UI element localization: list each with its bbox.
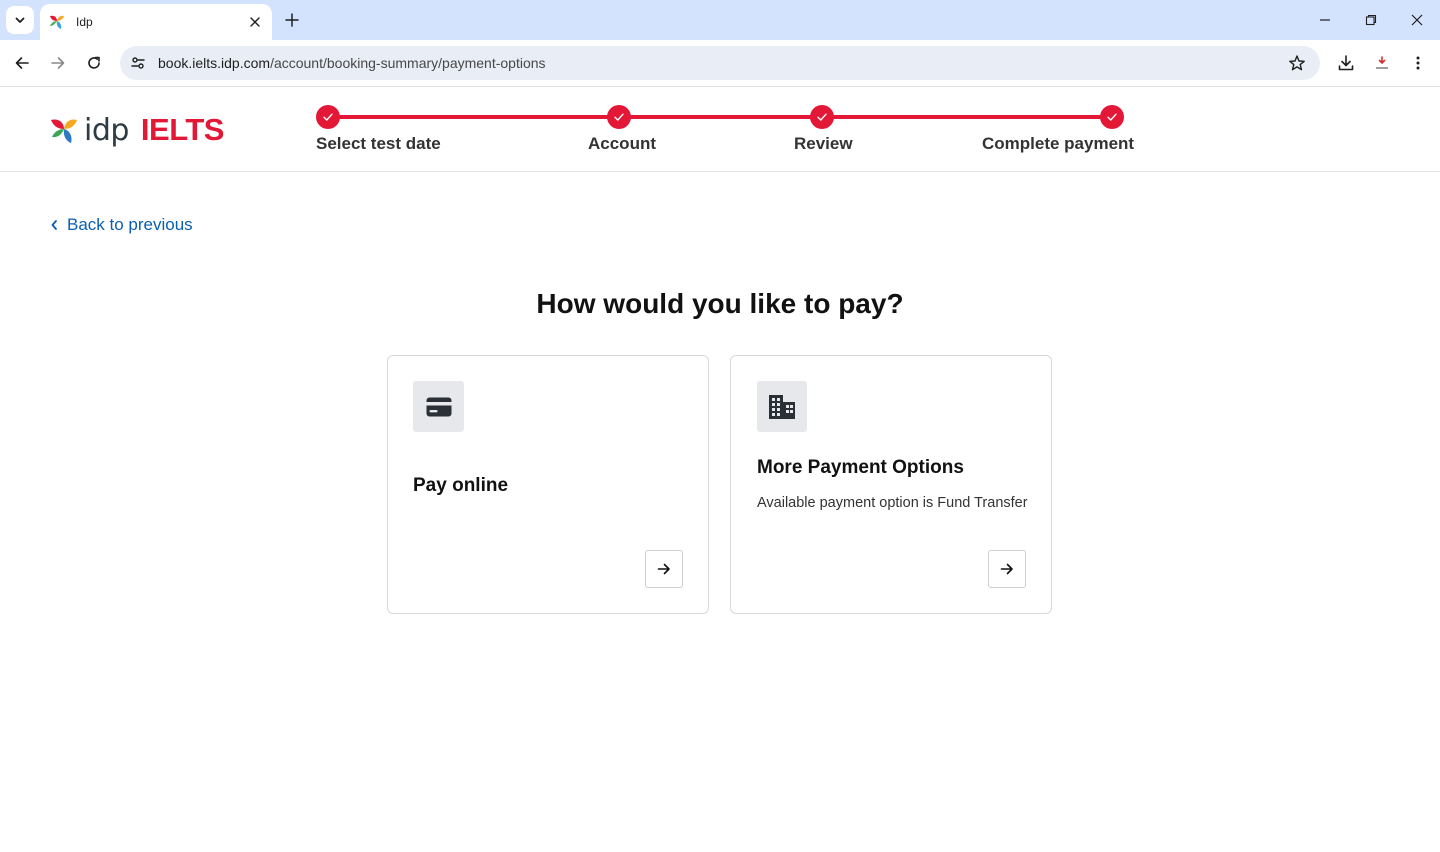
more-payment-options-description: Available payment option is Fund Transfe… bbox=[757, 495, 1028, 511]
close-icon bbox=[1411, 14, 1423, 26]
more-payment-options-arrow-button[interactable] bbox=[988, 550, 1026, 588]
reload-button[interactable] bbox=[80, 49, 108, 77]
close-window-button[interactable] bbox=[1403, 6, 1431, 34]
arrow-left-icon bbox=[15, 57, 29, 69]
pay-online-title: Pay online bbox=[413, 475, 509, 496]
close-icon bbox=[250, 17, 260, 27]
extension-button[interactable] bbox=[1368, 49, 1396, 77]
arrow-right-icon bbox=[51, 57, 65, 69]
download-icon bbox=[1338, 55, 1354, 71]
back-nav-button[interactable] bbox=[8, 49, 36, 77]
back-to-previous-link[interactable]: Back to previous bbox=[50, 215, 193, 235]
browser-tab-bar: Idp bbox=[0, 0, 1440, 40]
url-text[interactable]: book.ielts.idp.com/account/booking-summa… bbox=[158, 55, 546, 71]
step-dot-review bbox=[810, 105, 834, 129]
pay-online-icon-tile bbox=[413, 381, 464, 432]
more-vertical-icon bbox=[1416, 56, 1420, 70]
building-icon bbox=[769, 394, 795, 419]
browser-toolbar: book.ielts.idp.com/account/booking-summa… bbox=[0, 40, 1440, 86]
site-info-button[interactable] bbox=[130, 55, 146, 71]
url-host: book.ielts.idp.com bbox=[158, 55, 271, 71]
check-icon bbox=[323, 113, 333, 121]
pay-online-option-card[interactable]: Pay online bbox=[387, 355, 709, 614]
stepper-progress-line bbox=[328, 115, 1112, 119]
extension-icon bbox=[1376, 56, 1388, 69]
plus-icon bbox=[285, 13, 299, 27]
more-payment-options-card[interactable]: More Payment Options Available payment o… bbox=[730, 355, 1052, 614]
step-dot-complete-payment bbox=[1100, 105, 1124, 129]
forward-nav-button[interactable] bbox=[44, 49, 72, 77]
chevron-down-icon bbox=[15, 17, 25, 23]
check-icon bbox=[614, 113, 624, 121]
tab-close-button[interactable] bbox=[246, 13, 264, 31]
step-dot-select-test-date bbox=[316, 105, 340, 129]
arrow-right-icon bbox=[1000, 563, 1013, 575]
check-icon bbox=[817, 113, 827, 121]
address-bar[interactable]: book.ielts.idp.com/account/booking-summa… bbox=[120, 46, 1320, 80]
idp-favicon-icon bbox=[50, 15, 64, 29]
step-dot-account bbox=[607, 105, 631, 129]
step-label-complete-payment: Complete payment bbox=[982, 134, 1135, 153]
browser-tab-active[interactable]: Idp bbox=[40, 4, 272, 40]
restore-window-button[interactable] bbox=[1357, 6, 1385, 34]
more-payment-icon-tile bbox=[757, 381, 807, 432]
url-path: /account/booking-summary/payment-options bbox=[270, 55, 546, 71]
new-tab-button[interactable] bbox=[280, 8, 304, 32]
step-label-account: Account bbox=[588, 134, 656, 153]
reload-icon bbox=[88, 56, 100, 69]
arrow-right-icon bbox=[657, 563, 670, 575]
tab-search-button[interactable] bbox=[6, 6, 34, 34]
pay-online-arrow-button[interactable] bbox=[645, 550, 683, 588]
downloads-button[interactable] bbox=[1332, 49, 1360, 77]
star-icon bbox=[1289, 55, 1305, 71]
restore-icon bbox=[1365, 14, 1377, 26]
minimize-window-button[interactable] bbox=[1311, 6, 1339, 34]
more-payment-options-title: More Payment Options bbox=[757, 457, 964, 478]
booking-progress-stepper: Select test date Account Review Complete… bbox=[0, 87, 1440, 173]
site-header: idp IELTS Select test date Account Revie… bbox=[0, 86, 1440, 172]
bookmark-star-button[interactable] bbox=[1288, 54, 1306, 72]
minimize-icon bbox=[1320, 19, 1330, 21]
browser-menu-button[interactable] bbox=[1404, 49, 1432, 77]
tune-icon bbox=[131, 57, 145, 69]
page-title: How would you like to pay? bbox=[536, 288, 904, 319]
tab-title: Idp bbox=[76, 15, 93, 29]
check-icon bbox=[1107, 113, 1117, 121]
step-label-select-test-date: Select test date bbox=[316, 134, 441, 153]
step-label-review: Review bbox=[794, 134, 853, 153]
back-link-label: Back to previous bbox=[67, 215, 193, 234]
credit-card-icon bbox=[426, 397, 451, 416]
chevron-left-icon bbox=[50, 219, 58, 231]
